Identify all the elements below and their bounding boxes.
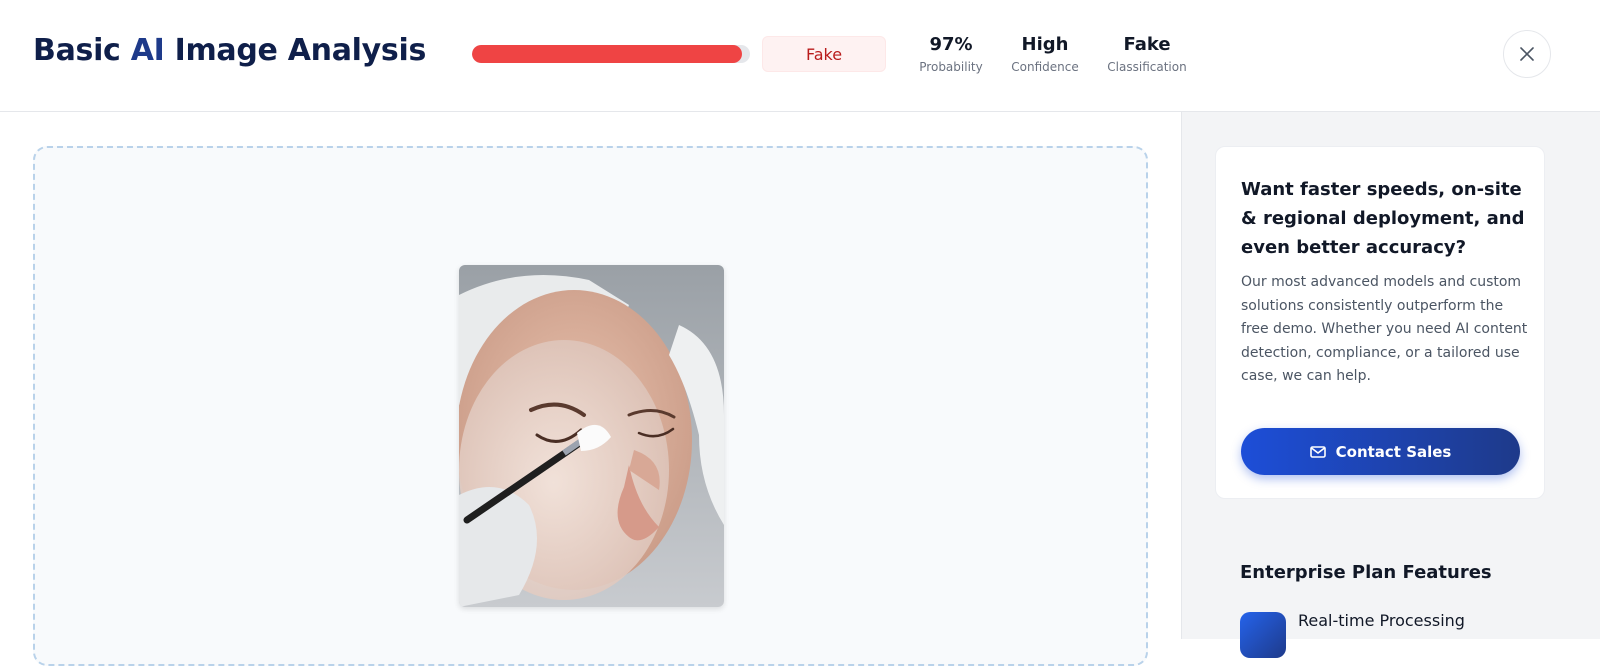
- stat-label: Classification: [1107, 60, 1187, 74]
- verdict-badge: Fake: [762, 36, 886, 72]
- analyzed-image-graphic: [459, 265, 724, 607]
- image-dropzone[interactable]: [33, 146, 1148, 666]
- enterprise-promo-card: Want faster speeds, on-site & regional d…: [1215, 146, 1545, 499]
- sidebar: Want faster speeds, on-site & regional d…: [1181, 112, 1600, 658]
- title-ai: AI: [130, 33, 165, 68]
- stat-classification: Fake Classification: [1100, 34, 1194, 74]
- analysis-header: Basic AI Image Analysis Fake 97% Probabi…: [0, 0, 1600, 112]
- title-prefix: Basic: [33, 33, 131, 68]
- close-button[interactable]: [1503, 30, 1551, 78]
- title-suffix: Image Analysis: [164, 33, 427, 68]
- page-title: Basic AI Image Analysis: [33, 33, 426, 68]
- stat-probability: 97% Probability: [916, 34, 986, 74]
- promo-body: Our most advanced models and custom solu…: [1241, 274, 1528, 384]
- stat-value: Fake: [1123, 34, 1171, 55]
- close-icon: [1520, 47, 1534, 61]
- main-content: [0, 112, 1181, 666]
- stat-value: 97%: [929, 34, 973, 55]
- feature-label: Real-time Processing: [1298, 611, 1465, 630]
- analyzed-image: [459, 265, 724, 607]
- contact-sales-button[interactable]: Contact Sales: [1241, 428, 1520, 475]
- stat-label: Confidence: [1011, 60, 1079, 74]
- stat-value: High: [1021, 34, 1069, 55]
- stat-confidence: High Confidence: [1006, 34, 1084, 74]
- promo-heading: Want faster speeds, on-site & regional d…: [1241, 179, 1525, 258]
- probability-bar: [472, 45, 750, 63]
- features-title: Enterprise Plan Features: [1240, 562, 1492, 583]
- contact-sales-label: Contact Sales: [1335, 442, 1452, 461]
- probability-bar-fill: [472, 45, 742, 63]
- stat-label: Probability: [919, 60, 983, 74]
- mail-icon: [1309, 445, 1326, 458]
- feature-icon: [1240, 612, 1286, 658]
